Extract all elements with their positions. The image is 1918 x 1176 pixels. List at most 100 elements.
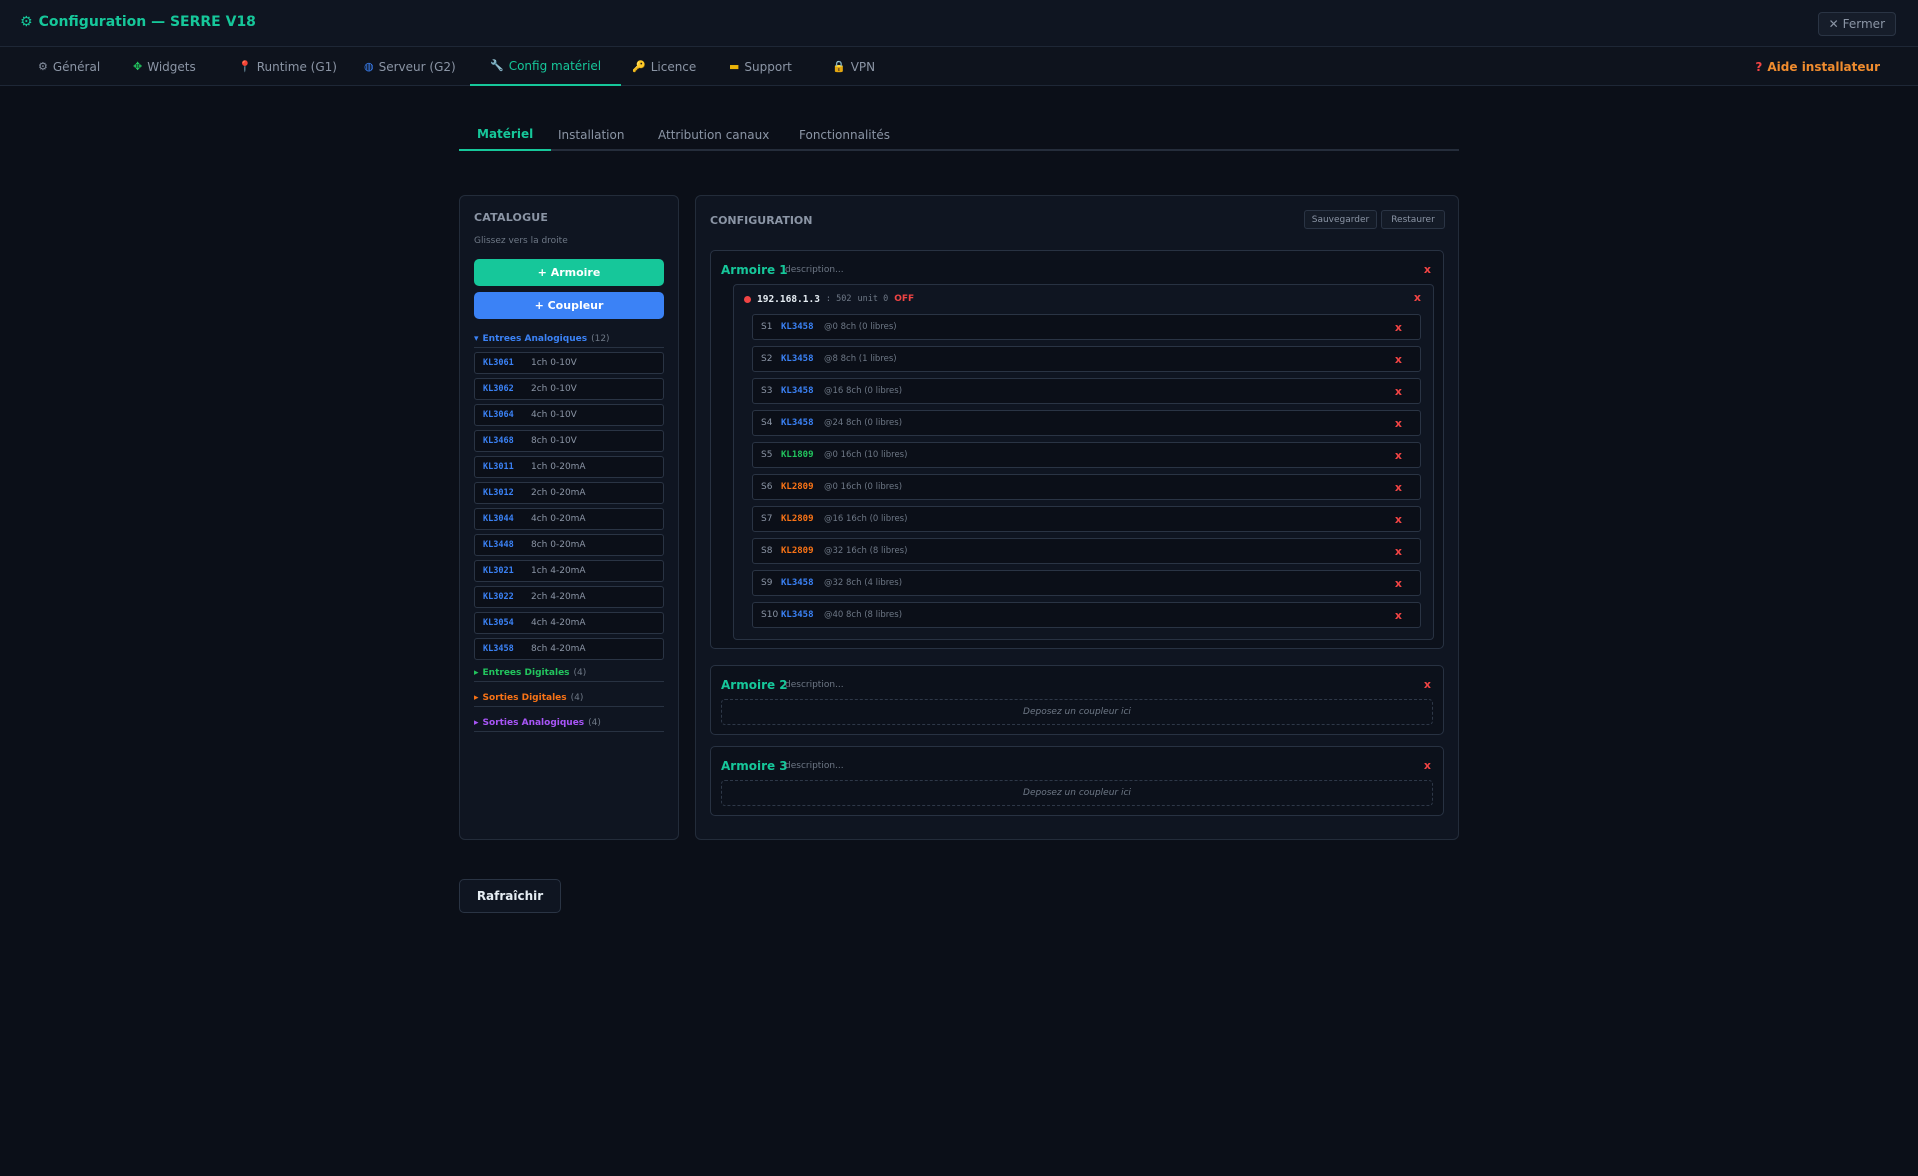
delete-armoire-button[interactable]: x [1424,263,1431,276]
delete-armoire-button[interactable]: x [1424,678,1431,691]
module-desc: 4ch 0-10V [531,410,577,420]
catalogue-panel: CATALOGUE Glissez vers la droite + Armoi… [459,195,679,840]
subtab-materiel[interactable]: Matériel [459,118,552,151]
help-label: Aide installateur [1767,59,1880,74]
slot-module: KL2809 [781,546,814,556]
tab-label: Config matériel [508,58,602,73]
delete-slot-button[interactable]: x [1395,321,1402,334]
tab-licence[interactable]: 🔑 Licence [632,47,696,86]
slot-row[interactable]: S3 KL3458 @16 8ch (0 libres) x [752,378,1421,404]
armoire-card[interactable]: Armoire 3 description... x Deposez un co… [710,746,1444,816]
catalogue-item[interactable]: KL3012 2ch 0-20mA [474,482,664,504]
catalogue-item[interactable]: KL3021 1ch 4-20mA [474,560,664,582]
module-code: KL3061 [483,358,514,368]
delete-slot-button[interactable]: x [1395,417,1402,430]
group-entrees-analogiques[interactable]: ▾ Entrees Analogiques (12) [474,330,664,348]
close-button[interactable]: ✕ Fermer [1817,12,1896,36]
tab-widgets[interactable]: ✥ Widgets [133,47,196,86]
slot-row[interactable]: S10 KL3458 @40 8ch (8 libres) x [752,602,1421,628]
tab-runtime[interactable]: 📍 Runtime (G1) [238,47,337,86]
gear-icon: ⚙ [38,60,48,73]
module-code: KL3044 [483,514,514,524]
coupleur-drop-zone[interactable]: Deposez un coupleur ici [721,699,1433,725]
slot-number: S6 [761,482,773,492]
slot-row[interactable]: S2 KL3458 @8 8ch (1 libres) x [752,346,1421,372]
subtab-attribution-canaux[interactable]: Attribution canaux [658,118,769,151]
group-sorties-analogiques[interactable]: ▸ Sorties Analogiques (4) [474,714,664,732]
delete-coupleur-button[interactable]: x [1414,291,1421,304]
armoire-description[interactable]: description... [785,761,844,771]
coupleur-card[interactable]: 192.168.1.3 : 502 unit 0 OFF x S1 KL3458 @… [733,284,1434,640]
catalogue-title: CATALOGUE [474,211,549,224]
module-code: KL3458 [483,644,514,654]
armoire-description[interactable]: description... [785,265,844,275]
restore-button[interactable]: Restaurer [1381,210,1445,229]
slot-info: @32 8ch (4 libres) [824,578,903,588]
puzzle-icon: ✥ [133,60,143,73]
module-code: KL3448 [483,540,514,550]
catalogue-item[interactable]: KL3022 2ch 4-20mA [474,586,664,608]
tab-vpn[interactable]: 🔒 VPN [832,47,875,86]
delete-slot-button[interactable]: x [1395,481,1402,494]
catalogue-item[interactable]: KL3011 1ch 0-20mA [474,456,664,478]
delete-slot-button[interactable]: x [1395,353,1402,366]
help-installer-link[interactable]: ? Aide installateur [1755,47,1880,86]
subtab-fonctionnalites[interactable]: Fonctionnalités [799,118,890,151]
armoire-card[interactable]: Armoire 2 description... x Deposez un co… [710,665,1444,735]
catalogue-item[interactable]: KL3448 8ch 0-20mA [474,534,664,556]
tab-serveur[interactable]: ◍ Serveur (G2) [364,47,456,86]
lock-icon: 🔒 [832,60,846,73]
catalogue-list: KL3061 1ch 0-10V KL3062 2ch 0-10V KL3064 4c… [474,352,664,664]
catalogue-item[interactable]: KL3064 4ch 0-10V [474,404,664,426]
coupleur-drop-zone[interactable]: Deposez un coupleur ici [721,780,1433,806]
slot-info: @8 8ch (1 libres) [824,354,897,364]
slot-module: KL2809 [781,482,814,492]
catalogue-item[interactable]: KL3054 4ch 4-20mA [474,612,664,634]
slot-info: @16 16ch (0 libres) [824,514,908,524]
armoire-description[interactable]: description... [785,680,844,690]
delete-slot-button[interactable]: x [1395,449,1402,462]
armoire-card[interactable]: Armoire 1 description... x 192.168.1.3 :… [710,250,1444,649]
refresh-button[interactable]: Rafraîchir [459,879,561,913]
catalogue-item[interactable]: KL3061 1ch 0-10V [474,352,664,374]
delete-slot-button[interactable]: x [1395,513,1402,526]
slot-row[interactable]: S6 KL2809 @0 16ch (0 libres) x [752,474,1421,500]
slot-number: S1 [761,322,773,332]
slot-row[interactable]: S9 KL3458 @32 8ch (4 libres) x [752,570,1421,596]
catalogue-item[interactable]: KL3458 8ch 4-20mA [474,638,664,660]
slot-info: @32 16ch (8 libres) [824,546,908,556]
delete-slot-button[interactable]: x [1395,609,1402,622]
group-entrees-digitales[interactable]: ▸ Entrees Digitales (4) [474,664,664,682]
slot-row[interactable]: S7 KL2809 @16 16ch (0 libres) x [752,506,1421,532]
delete-armoire-button[interactable]: x [1424,759,1431,772]
delete-slot-button[interactable]: x [1395,385,1402,398]
catalogue-item[interactable]: KL3044 4ch 0-20mA [474,508,664,530]
slot-row[interactable]: S1 KL3458 @0 8ch (0 libres) x [752,314,1421,340]
add-armoire-button[interactable]: + Armoire [474,259,664,286]
delete-slot-button[interactable]: x [1395,545,1402,558]
tab-config-materiel[interactable]: 🔧 Config matériel [470,47,622,86]
tab-general[interactable]: ⚙ Général [38,47,100,86]
module-code: KL3011 [483,462,514,472]
slot-info: @0 16ch (10 libres) [824,450,908,460]
tab-label: Runtime (G1) [256,59,337,74]
group-label: Sorties Digitales [482,692,567,703]
module-desc: 1ch 0-20mA [531,462,586,472]
group-sorties-digitales[interactable]: ▸ Sorties Digitales (4) [474,689,664,707]
slot-row[interactable]: S8 KL2809 @32 16ch (8 libres) x [752,538,1421,564]
coupleur-header: 192.168.1.3 : 502 unit 0 OFF [744,292,914,306]
slot-module: KL3458 [781,354,814,364]
delete-slot-button[interactable]: x [1395,577,1402,590]
tab-support[interactable]: ▬ Support [729,47,792,86]
module-code: KL3021 [483,566,514,576]
save-button[interactable]: Sauvegarder [1304,210,1377,229]
slot-row[interactable]: S4 KL3458 @24 8ch (0 libres) x [752,410,1421,436]
catalogue-item[interactable]: KL3062 2ch 0-10V [474,378,664,400]
coupleur-unit: unit 0 [857,294,889,304]
add-coupleur-button[interactable]: + Coupleur [474,292,664,319]
group-count: (4) [570,692,584,703]
module-code: KL3062 [483,384,514,394]
catalogue-item[interactable]: KL3468 8ch 0-10V [474,430,664,452]
slot-row[interactable]: S5 KL1809 @0 16ch (10 libres) x [752,442,1421,468]
subtab-installation[interactable]: Installation [558,118,624,151]
